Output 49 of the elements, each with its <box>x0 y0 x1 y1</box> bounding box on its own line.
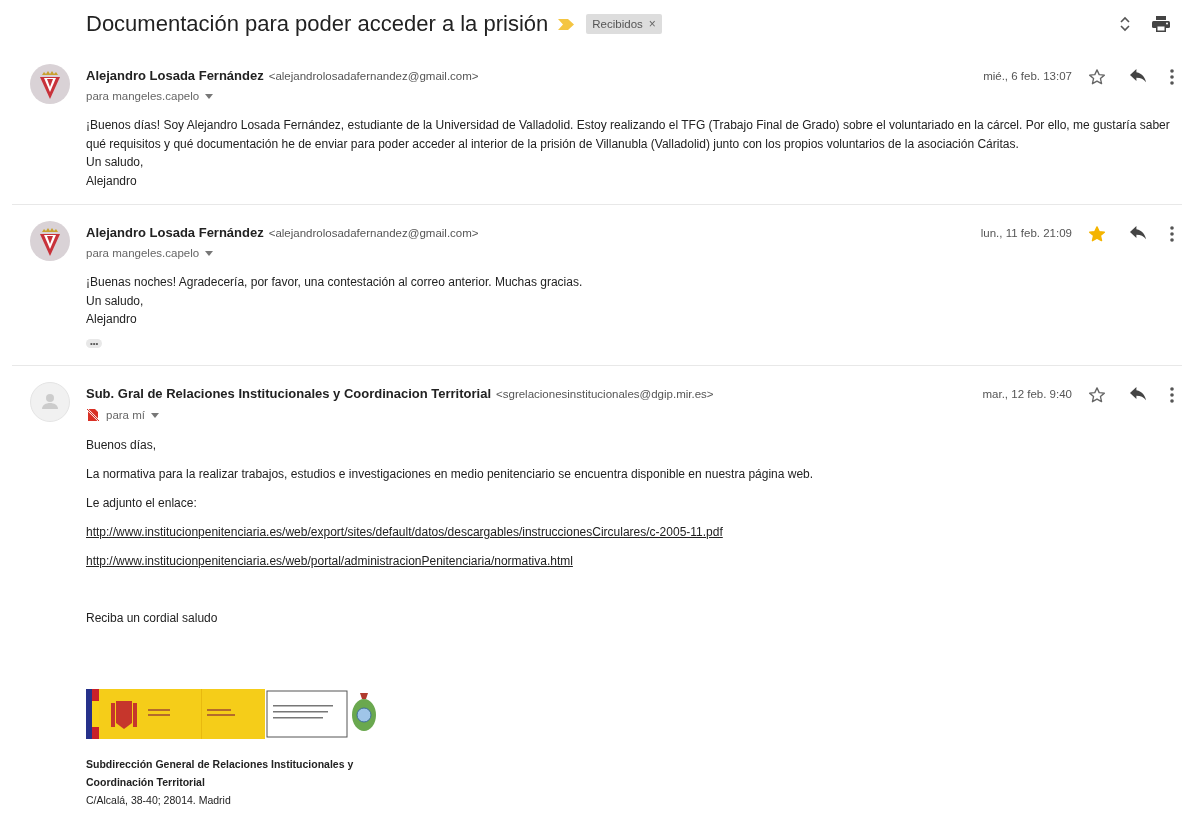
default-avatar <box>30 382 70 422</box>
body-paragraph: La normativa para la realizar trabajos, estudios e investigaciones en medio penitenciario se encuentra disponible en nuestra página web. <box>86 466 815 483</box>
recipient-text: para mangeles.capelo <box>86 90 200 102</box>
email-subject: Documentación para poder acceder a la prisión <box>86 11 549 37</box>
print-icon[interactable] <box>1152 16 1170 32</box>
body-paragraph: Le adjunto el enlace: <box>86 495 198 512</box>
show-trimmed-content-button[interactable]: ••• <box>86 338 103 348</box>
message-date: mar., 12 feb. 9:40 <box>982 388 1072 400</box>
body-text: Alejandro <box>86 311 138 328</box>
reply-icon[interactable] <box>1128 226 1148 242</box>
more-options-icon[interactable] <box>1170 69 1174 85</box>
sender-email: <alejandrolosadafernandez@gmail.com> <box>268 70 479 82</box>
caret-icon[interactable] <box>205 93 214 99</box>
expand-collapse-icon[interactable] <box>1120 16 1130 32</box>
sender-name: Sub. Gral de Relaciones Institucionales y Coordinacion Territorial <box>86 386 492 401</box>
body-text: ¡Buenas noches! Agradecería, por favor, una contestación al correo anterior. Muchas gracias. <box>86 274 584 291</box>
body-text: Alejandro <box>86 172 138 190</box>
caret-icon[interactable] <box>151 412 159 418</box>
more-options-icon[interactable] <box>1170 387 1174 403</box>
crest-avatar <box>30 64 70 104</box>
importance-marker-icon[interactable] <box>558 18 575 30</box>
sender-email: <alejandrolosadafernandez@gmail.com> <box>268 227 479 239</box>
recipient-text: para mangeles.capelo <box>86 247 200 259</box>
recipient-text: para mí <box>106 409 145 421</box>
sender-email: <sgrelacionesinstitucionales@dgip.mir.es> <box>496 388 714 400</box>
signature-title: Subdirección General de Relaciones Institucionales y <box>86 757 355 772</box>
body-text: ¡Buenos días! Soy Alejandro Losada Fernández, estudiante de la Universidad de Valladolid. Estoy realizando el TFG (Trabajo Final de Grado) sobre el voluntariado en la cárcel. Por ello, me gustaría saber qué requisitos y qué documentación he de enviar para poder acceder al interior de la prisión de Villanubla (Valladolid) junto con los propios voluntarios de la asociación Cáritas. <box>86 117 1171 153</box>
caret-icon[interactable] <box>205 250 214 256</box>
sender-name: Alejandro Losada Fernández <box>86 225 264 240</box>
body-paragraph: Buenos días, <box>86 437 158 454</box>
body-text: Un saludo, <box>86 154 145 171</box>
body-link[interactable]: http://www.institucionpenitenciaria.es/web/portal/administracionPenitenciaria/normativa.html <box>86 552 573 571</box>
remove-label-button[interactable]: × <box>648 17 656 31</box>
crest-avatar <box>30 221 70 261</box>
body-link[interactable]: http://www.institucionpenitenciaria.es/web/export/sites/default/datos/descargables/instruccionesCirculares/c-2005-11.pdf <box>86 523 723 542</box>
reply-icon[interactable] <box>1128 387 1148 403</box>
signature-title: Coordinación Territorial <box>86 775 206 790</box>
body-text: Un saludo, <box>86 292 145 310</box>
more-options-icon[interactable] <box>1170 226 1174 242</box>
signature-address: C/Alcalá, 38-40; 28014. Madrid <box>86 793 232 808</box>
closing-text: Reciba un cordial saludo <box>86 609 219 627</box>
label-text: Recibidos <box>592 18 643 30</box>
sender-name: Alejandro Losada Fernández <box>86 68 264 83</box>
star-icon[interactable] <box>1088 386 1106 404</box>
message-date: lun., 11 feb. 21:09 <box>980 227 1072 239</box>
reply-icon[interactable] <box>1128 69 1148 85</box>
star-icon[interactable] <box>1088 68 1106 86</box>
star-icon[interactable] <box>1088 225 1106 243</box>
message-date: mié., 6 feb. 13:07 <box>983 70 1072 82</box>
